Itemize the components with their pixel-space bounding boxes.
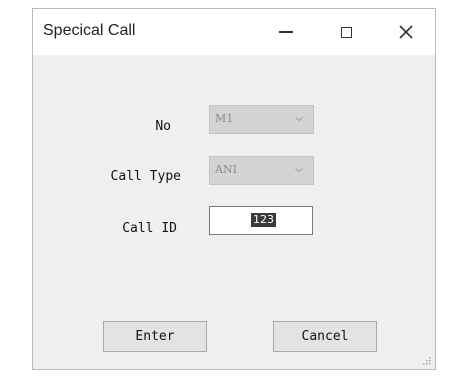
chevron-down-icon bbox=[295, 168, 303, 173]
minimize-button[interactable] bbox=[258, 9, 314, 55]
call-id-label: Call ID bbox=[122, 221, 177, 236]
no-select-value: M1 bbox=[215, 112, 234, 125]
chevron-down-icon bbox=[295, 117, 303, 122]
special-call-dialog: Specical Call No M1 Call Type ANI Call I… bbox=[32, 8, 436, 370]
cancel-button[interactable]: Cancel bbox=[273, 321, 377, 352]
maximize-icon bbox=[340, 26, 352, 38]
call-id-input-value: 123 bbox=[251, 213, 276, 227]
title-bar[interactable]: Specical Call bbox=[33, 9, 435, 55]
call-type-select[interactable]: ANI bbox=[209, 156, 314, 185]
page: Specical Call No M1 Call Type ANI Call I… bbox=[0, 0, 471, 378]
window-title: Specical Call bbox=[43, 22, 136, 39]
maximize-button[interactable] bbox=[318, 9, 374, 55]
minimize-icon bbox=[279, 31, 293, 33]
close-button[interactable] bbox=[378, 9, 434, 55]
call-type-label: Call Type bbox=[110, 169, 181, 184]
resize-grip-icon[interactable] bbox=[422, 356, 432, 366]
no-label: No bbox=[155, 119, 171, 134]
enter-button[interactable]: Enter bbox=[103, 321, 207, 352]
call-type-select-value: ANI bbox=[215, 163, 237, 176]
call-id-input[interactable]: 123 bbox=[209, 206, 313, 235]
close-icon bbox=[399, 25, 413, 39]
no-select[interactable]: M1 bbox=[209, 105, 314, 134]
